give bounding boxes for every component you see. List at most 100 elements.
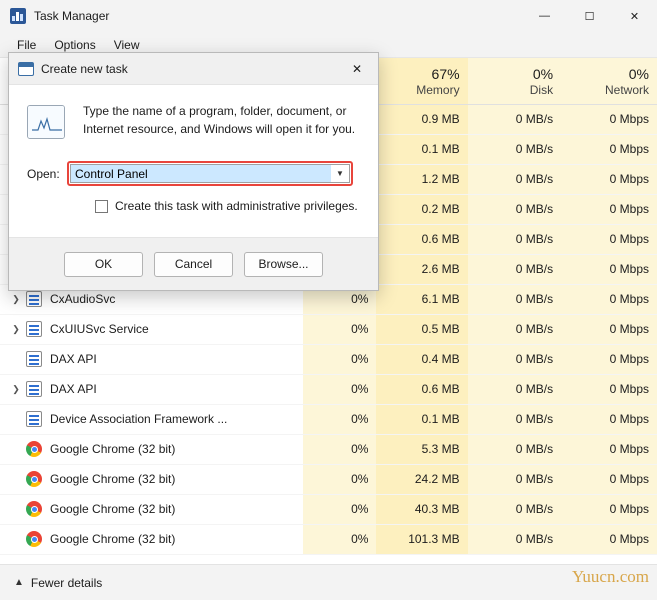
chevron-placeholder: ❯ xyxy=(8,504,24,515)
task-manager-icon xyxy=(10,8,26,24)
memory-cell: 24.2 MB xyxy=(376,464,468,494)
network-cell: 0 Mbps xyxy=(561,254,657,284)
process-name-cell[interactable]: ❯ Google Chrome (32 bit) xyxy=(0,525,303,554)
process-name-cell[interactable]: ❯ Google Chrome (32 bit) xyxy=(0,495,303,524)
network-cell: 0 Mbps xyxy=(561,524,657,554)
chrome-icon xyxy=(26,501,42,517)
process-name: Google Chrome (32 bit) xyxy=(50,532,176,546)
disk-cell: 0 MB/s xyxy=(467,434,562,464)
process-name-cell[interactable]: ❯ CxUIUSvc Service xyxy=(0,315,303,344)
chevron-right-icon[interactable]: ❯ xyxy=(8,384,24,395)
network-cell: 0 Mbps xyxy=(561,464,657,494)
header-network-pct: 0% xyxy=(628,65,649,82)
memory-cell: 0.2 MB xyxy=(376,194,468,224)
process-name: CxUIUSvc Service xyxy=(50,322,149,336)
column-header-disk[interactable]: 0% Disk xyxy=(467,58,562,105)
browse-button[interactable]: Browse... xyxy=(244,251,323,277)
process-name-cell[interactable]: ❯ DAX API xyxy=(0,375,303,404)
chrome-icon xyxy=(26,531,42,547)
cpu-cell: 0% xyxy=(302,464,377,494)
document-icon xyxy=(26,291,42,307)
document-icon xyxy=(26,381,42,397)
cpu-cell: 0% xyxy=(302,524,377,554)
admin-privileges-label: Create this task with administrative pri… xyxy=(115,199,358,213)
maximize-button[interactable]: ☐ xyxy=(567,0,612,32)
process-name-cell[interactable]: ❯ DAX API xyxy=(0,345,303,374)
document-icon xyxy=(26,351,42,367)
chevron-down-icon[interactable]: ▼ xyxy=(331,169,349,178)
create-new-task-dialog: Create new task ✕ Type the name of a pro… xyxy=(8,52,379,291)
table-row[interactable]: ❯ Google Chrome (32 bit) 0%24.2 MB0 MB/s0 … xyxy=(0,464,657,494)
disk-cell: 0 MB/s xyxy=(467,254,562,284)
memory-cell: 0.9 MB xyxy=(376,104,468,134)
table-row[interactable]: ❯ Device Association Framework ... 0%0.1 M… xyxy=(0,404,657,434)
process-name-cell[interactable]: ❯ Google Chrome (32 bit) xyxy=(0,435,303,464)
dialog-close-button[interactable]: ✕ xyxy=(336,53,378,84)
run-illustration-glyph xyxy=(32,117,62,131)
open-combobox[interactable]: Control Panel ▼ xyxy=(70,164,350,183)
process-name-cell[interactable]: ❯ Device Association Framework ... xyxy=(0,405,303,434)
memory-cell: 0.4 MB xyxy=(376,344,468,374)
cpu-cell: 0% xyxy=(302,344,377,374)
memory-cell: 0.1 MB xyxy=(376,404,468,434)
disk-cell: 0 MB/s xyxy=(467,464,562,494)
process-name-cell[interactable]: ❯ Google Chrome (32 bit) xyxy=(0,465,303,494)
disk-cell: 0 MB/s xyxy=(467,404,562,434)
dialog-title-bar: Create new task ✕ xyxy=(9,53,378,84)
table-row[interactable]: ❯ Google Chrome (32 bit) 0%5.3 MB0 MB/s0 M… xyxy=(0,434,657,464)
network-cell: 0 Mbps xyxy=(561,224,657,254)
disk-cell: 0 MB/s xyxy=(467,524,562,554)
minimize-button[interactable]: — xyxy=(522,0,567,32)
ok-button[interactable]: OK xyxy=(64,251,143,277)
network-cell: 0 Mbps xyxy=(561,164,657,194)
memory-cell: 5.3 MB xyxy=(376,434,468,464)
chevron-right-icon[interactable]: ❯ xyxy=(8,294,24,305)
process-name: Device Association Framework ... xyxy=(50,412,228,426)
column-header-network[interactable]: 0% Network xyxy=(561,58,657,105)
table-row[interactable]: ❯ Google Chrome (32 bit) 0%101.3 MB0 MB/s0… xyxy=(0,524,657,554)
admin-privileges-checkbox[interactable] xyxy=(95,199,108,213)
run-dialog-icon xyxy=(18,61,34,76)
disk-cell: 0 MB/s xyxy=(467,494,562,524)
document-icon xyxy=(26,411,42,427)
table-row[interactable]: ❯ Google Chrome (32 bit) 0%40.3 MB0 MB/s0 … xyxy=(0,494,657,524)
close-button[interactable]: ✕ xyxy=(612,0,657,32)
process-name: DAX API xyxy=(50,382,97,396)
memory-cell: 0.6 MB xyxy=(376,224,468,254)
chevron-placeholder: ❯ xyxy=(8,534,24,545)
window-title: Task Manager xyxy=(34,9,110,23)
network-cell: 0 Mbps xyxy=(561,194,657,224)
header-memory-pct: 67% xyxy=(431,65,460,82)
process-name: DAX API xyxy=(50,352,97,366)
header-network-label: Network xyxy=(604,82,649,97)
table-row[interactable]: ❯ CxUIUSvc Service 0% 0.5 MB 0 MB/s 0 Mbps xyxy=(0,314,657,344)
dialog-body: Type the name of a program, folder, docu… xyxy=(9,84,378,237)
status-bar: ▲ Fewer details Yuucn.com xyxy=(0,564,657,600)
memory-cell: 0.5 MB xyxy=(376,314,468,344)
dialog-footer: OK Cancel Browse... xyxy=(9,237,378,290)
dialog-title: Create new task xyxy=(41,61,128,76)
column-header-memory[interactable]: 67% Memory xyxy=(376,58,468,105)
network-cell: 0 Mbps xyxy=(561,314,657,344)
memory-cell: 40.3 MB xyxy=(376,494,468,524)
fewer-details-button[interactable]: ▲ Fewer details xyxy=(14,576,102,590)
chevron-placeholder: ❯ xyxy=(8,474,24,485)
table-row[interactable]: ❯ DAX API 0% 0.6 MB 0 MB/s 0 Mbps xyxy=(0,374,657,404)
process-name: CxAudioSvc xyxy=(50,292,116,306)
chevron-right-icon[interactable]: ❯ xyxy=(8,324,24,335)
process-name: Google Chrome (32 bit) xyxy=(50,472,176,486)
run-illustration-icon xyxy=(27,105,65,139)
open-input[interactable]: Control Panel xyxy=(71,165,331,182)
title-bar: Task Manager — ☐ ✕ xyxy=(0,0,657,32)
disk-cell: 0 MB/s xyxy=(467,104,562,134)
cancel-button[interactable]: Cancel xyxy=(154,251,233,277)
watermark: Yuucn.com xyxy=(572,567,649,586)
chrome-icon xyxy=(26,441,42,457)
disk-cell: 0 MB/s xyxy=(467,344,562,374)
admin-privileges-row[interactable]: Create this task with administrative pri… xyxy=(95,199,360,213)
memory-cell: 6.1 MB xyxy=(376,284,468,314)
network-cell: 0 Mbps xyxy=(561,434,657,464)
network-cell: 0 Mbps xyxy=(561,404,657,434)
network-cell: 0 Mbps xyxy=(561,344,657,374)
table-row[interactable]: ❯ DAX API 0%0.4 MB0 MB/s0 Mbps xyxy=(0,344,657,374)
